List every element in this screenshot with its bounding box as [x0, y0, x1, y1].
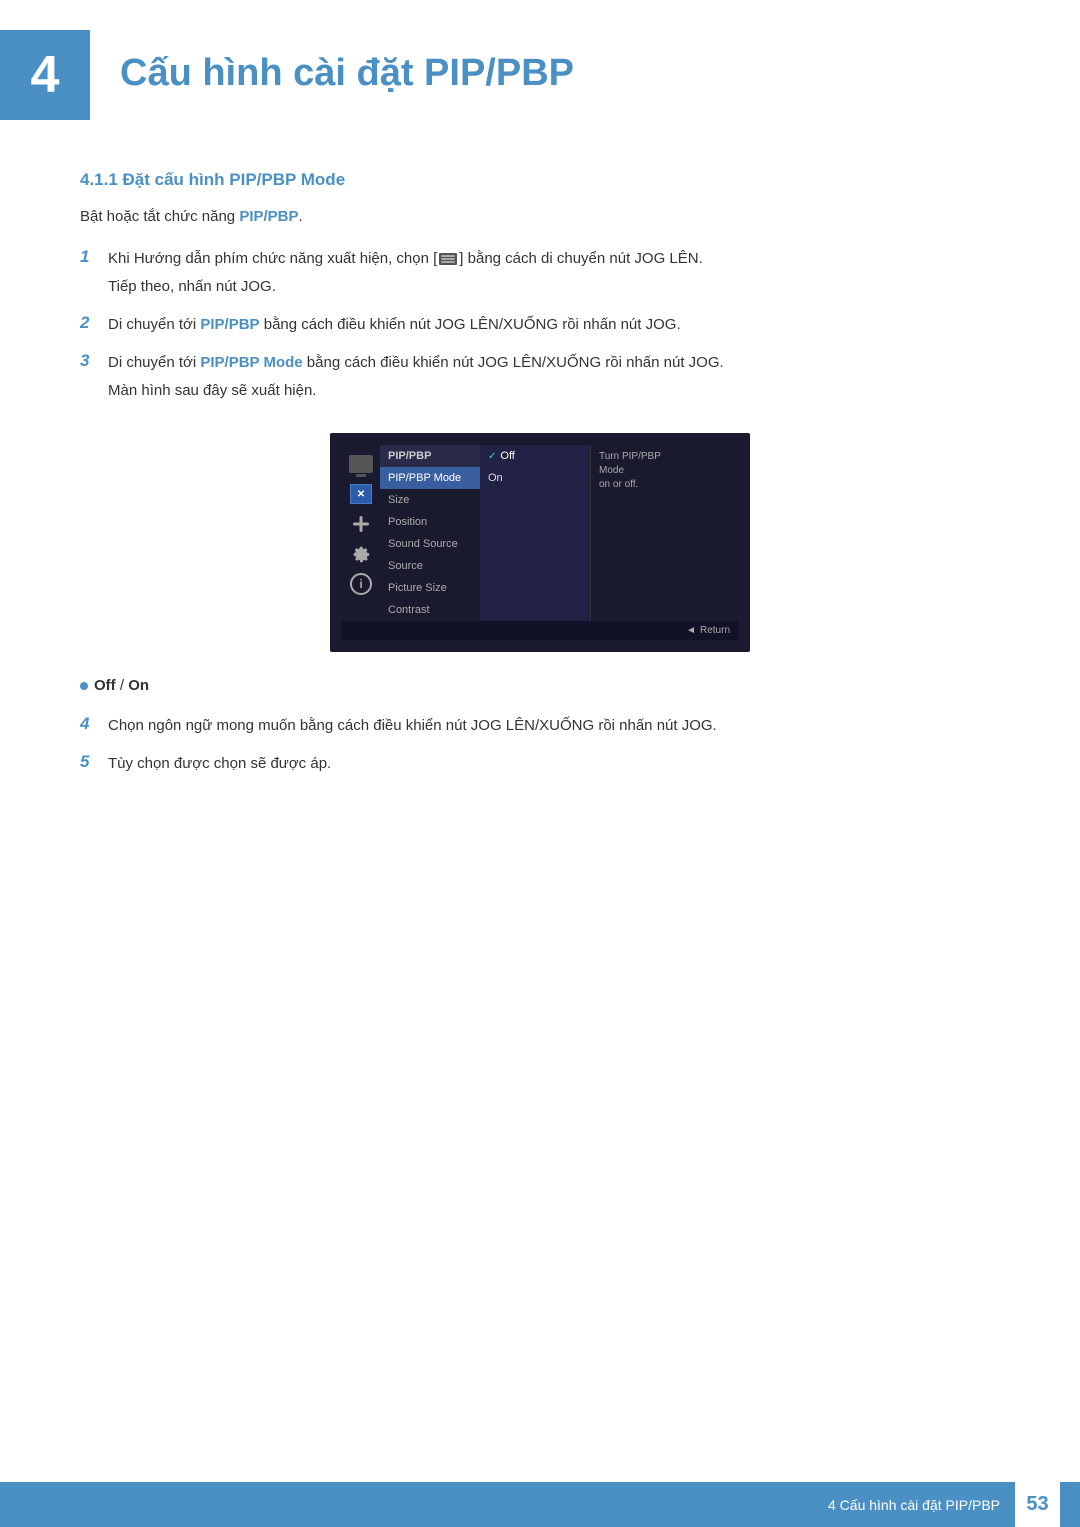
step-1-sub: Tiếp theo, nhấn nút JOG.: [108, 275, 1000, 299]
footer-chapter-text: 4 Cấu hình cài đặt PIP/PBP: [828, 1497, 1000, 1513]
step-5: 5 Tùy chọn được chọn sẽ được áp.: [80, 752, 1000, 776]
return-bar: ◄ Return: [342, 621, 738, 640]
page-footer: 4 Cấu hình cài đặt PIP/PBP 53: [0, 1482, 1080, 1527]
x-icon-item: ✕: [345, 480, 377, 508]
menu-item-sound-source[interactable]: Sound Source: [380, 533, 480, 555]
step-5-number: 5: [80, 752, 108, 772]
step-2: 2 Di chuyển tới PIP/PBP bằng cách điều k…: [80, 313, 1000, 337]
gear-svg: [351, 544, 371, 564]
step-4-number: 4: [80, 714, 108, 734]
step-3-number: 3: [80, 351, 108, 371]
monitor-screen: ✕ i: [330, 433, 750, 652]
menu-item-picture-size[interactable]: Picture Size: [380, 577, 480, 599]
option-separator: /: [120, 677, 128, 694]
chapter-title: Cấu hình cài đặt PIP/PBP: [110, 30, 574, 95]
monitor-mockup: ✕ i: [80, 433, 1000, 652]
info-icon: i: [350, 573, 372, 595]
help-panel: Turn PIP/PBP Mode on or off.: [590, 445, 680, 621]
step-1-number: 1: [80, 247, 108, 267]
step-2-number: 2: [80, 313, 108, 333]
main-content: 4.1.1 Đặt cấu hình PIP/PBP Mode Bật hoặc…: [0, 170, 1080, 776]
menu-container: ✕ i: [342, 445, 738, 621]
footer-page-number: 53: [1015, 1482, 1060, 1527]
chapter-number: 4: [31, 49, 60, 101]
menu-item-position[interactable]: Position: [380, 511, 480, 533]
menu-item-size[interactable]: Size: [380, 489, 480, 511]
menu-title: PIP/PBP: [380, 445, 480, 467]
submenu-off[interactable]: Off: [480, 445, 590, 467]
steps-list: 1 Khi Hướng dẫn phím chức năng xuất hiện…: [80, 247, 1000, 403]
step-4-content: Chọn ngôn ngữ mong muốn bằng cách điều k…: [108, 714, 1000, 738]
menu-item-source[interactable]: Source: [380, 555, 480, 577]
gear-icon: [350, 543, 372, 565]
intro-highlight: PIP/PBP: [239, 208, 298, 225]
steps-continued: 4 Chọn ngôn ngữ mong muốn bằng cách điều…: [80, 714, 1000, 776]
bullet-options: Off / On: [80, 677, 1000, 694]
cross-icon: [350, 513, 372, 535]
menu-item-pip-pbp-mode[interactable]: PIP/PBP Mode: [380, 467, 480, 489]
menu-panel: PIP/PBP PIP/PBP Mode Size Position Sound…: [380, 445, 738, 621]
submenu: Off On: [480, 445, 590, 621]
monitor-icon: [345, 450, 377, 478]
submenu-on[interactable]: On: [480, 467, 590, 489]
step-4: 4 Chọn ngôn ngữ mong muốn bằng cách điều…: [80, 714, 1000, 738]
intro-paragraph: Bật hoặc tắt chức năng PIP/PBP.: [80, 208, 1000, 225]
intro-text: Bật hoặc tắt chức năng: [80, 208, 239, 225]
step-2-content: Di chuyển tới PIP/PBP bằng cách điều khi…: [108, 313, 1000, 337]
gear-icon-item: [345, 540, 377, 568]
return-arrow: ◄: [686, 625, 696, 636]
intro-text2: .: [299, 208, 303, 225]
info-icon-item: i: [345, 570, 377, 598]
cross-icon-item: [345, 510, 377, 538]
step-3: 3 Di chuyển tới PIP/PBP Mode bằng cách đ…: [80, 351, 1000, 403]
main-menu: PIP/PBP PIP/PBP Mode Size Position Sound…: [380, 445, 480, 621]
step-3-sub: Màn hình sau đây sẽ xuất hiện.: [108, 379, 1000, 403]
x-box-icon: ✕: [350, 484, 372, 504]
option-on: On: [128, 677, 149, 694]
option-off: Off: [94, 677, 116, 694]
step-5-content: Tùy chọn được chọn sẽ được áp.: [108, 752, 1000, 776]
menu-item-contrast[interactable]: Contrast: [380, 599, 480, 621]
icon-sidebar: ✕ i: [342, 445, 380, 621]
return-label: Return: [700, 625, 730, 636]
monitor-display-icon: [349, 455, 373, 473]
section-heading: 4.1.1 Đặt cấu hình PIP/PBP Mode: [80, 170, 1000, 190]
bullet-dot: [80, 682, 88, 690]
option-text: Off / On: [94, 677, 149, 694]
help-text: Turn PIP/PBP Mode on or off.: [599, 450, 672, 492]
step-3-content: Di chuyển tới PIP/PBP Mode bằng cách điề…: [108, 351, 1000, 375]
step-1-content: Khi Hướng dẫn phím chức năng xuất hiện, …: [108, 247, 1000, 271]
chapter-header: 4 Cấu hình cài đặt PIP/PBP: [0, 0, 1080, 140]
step-1: 1 Khi Hướng dẫn phím chức năng xuất hiện…: [80, 247, 1000, 299]
chapter-number-block: 4: [0, 30, 90, 120]
